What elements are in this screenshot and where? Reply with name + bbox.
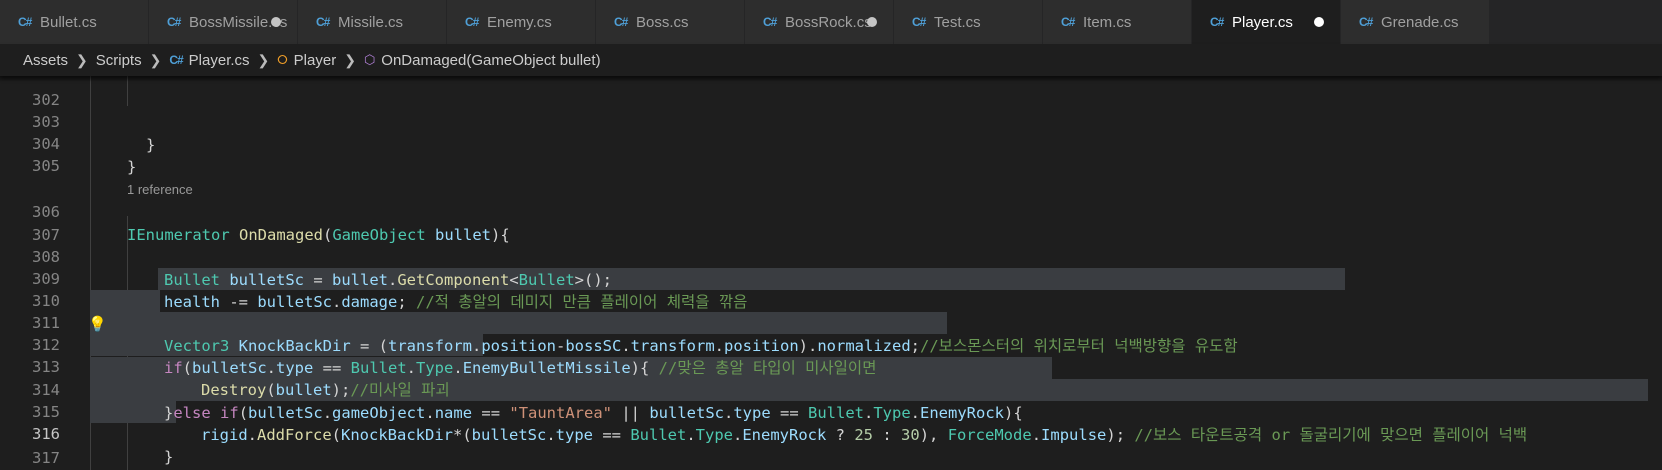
tab-missile-cs[interactable]: C# Missile.cs (298, 0, 447, 44)
breadcrumb-file[interactable]: Player.cs (189, 52, 250, 69)
breadcrumb-scripts[interactable]: Scripts (96, 52, 142, 69)
tab-label: Test.cs (934, 13, 981, 31)
tab-label: Missile.cs (338, 13, 404, 31)
code-line: 316 } (0, 401, 1662, 465)
unsaved-dot-icon[interactable] (1314, 17, 1324, 27)
tab-enemy-cs[interactable]: C# Enemy.cs (447, 0, 596, 44)
tab-label: Bullet.cs (40, 13, 97, 31)
breadcrumb-class[interactable]: Player (294, 52, 337, 69)
breadcrumb-method[interactable]: OnDamaged(GameObject bullet) (381, 52, 600, 69)
code-line: 314 }else if(bulletSc.gameObject.name ==… (0, 357, 1662, 421)
tab-test-cs[interactable]: C# Test.cs (894, 0, 1043, 44)
method-cube-icon: ⬡ (363, 52, 376, 67)
tab-label: Boss.cs (636, 13, 689, 31)
chevron-right-icon: ❯ (344, 51, 356, 68)
code-token: } (164, 447, 174, 466)
tab-item-cs[interactable]: C# Item.cs (1043, 0, 1192, 44)
line-number: 317 (32, 449, 60, 468)
csharp-file-icon: C# (18, 15, 32, 29)
chevron-right-icon: ❯ (149, 51, 162, 68)
code-line: 312 if(bulletSc.type == Bullet.Type.Enem… (0, 312, 1662, 376)
csharp-file-icon: C# (1061, 15, 1075, 29)
csharp-file-icon: C# (912, 15, 926, 29)
csharp-file-icon: C# (1210, 15, 1224, 29)
tab-label: Item.cs (1083, 13, 1132, 31)
code-line: 310 💡 Vector3 KnockBackDir = (transform.… (0, 268, 1662, 355)
tab-bossmissile-cs[interactable]: C# BossMissile.cs (149, 0, 298, 44)
csharp-file-icon: C# (1359, 15, 1373, 29)
code-line: 315 rigid.AddForce(KnockBackDir*(bulletS… (0, 379, 1662, 443)
editor-tab-bar: C# Bullet.cs C# BossMissile.cs C# Missil… (0, 0, 1662, 44)
csharp-file-icon: C# (167, 15, 181, 29)
code-line: 313 Destroy(bullet);//미사일 파괴 (0, 334, 1662, 398)
tab-grenade-cs[interactable]: C# Grenade.cs (1341, 0, 1490, 44)
chevron-right-icon: ❯ (76, 51, 88, 68)
tab-label: Player.cs (1232, 13, 1293, 31)
csharp-file-icon: C# (169, 53, 183, 67)
tab-label: BossRock.cs (785, 13, 872, 31)
unsaved-dot-icon[interactable] (271, 17, 281, 27)
chevron-right-icon: ❯ (257, 51, 270, 68)
unsaved-dot-icon[interactable] (867, 17, 877, 27)
csharp-file-icon: C# (614, 15, 628, 29)
tab-player-cs[interactable]: C# Player.cs (1192, 0, 1341, 44)
breadcrumb: Assets ❯ Scripts ❯ C# Player.cs ❯ ⭘ Play… (0, 44, 1662, 76)
code-line: 307 (0, 202, 1662, 244)
code-line: 306 IEnumerator OnDamaged(GameObject bul… (0, 179, 1662, 243)
csharp-file-icon: C# (316, 15, 330, 29)
code-line: 317 (0, 425, 1662, 467)
class-icon: ⭘ (277, 52, 288, 67)
tab-label: Grenade.cs (1381, 13, 1459, 31)
code-line: 311 (0, 290, 1662, 332)
breadcrumb-assets[interactable]: Assets (23, 52, 68, 69)
code-line: 304 } (0, 111, 1662, 175)
code-line: 305 (0, 133, 1662, 175)
tab-bullet-cs[interactable]: C# Bullet.cs (0, 0, 149, 44)
codelens-line: 1 reference (0, 157, 1662, 197)
tab-label: Enemy.cs (487, 13, 552, 31)
csharp-file-icon: C# (465, 15, 479, 29)
code-line: 308 Bullet bulletSc = bullet.GetComponen… (0, 224, 1662, 288)
csharp-file-icon: C# (763, 15, 777, 29)
code-editor[interactable]: 302 303 } 304 } 305 1 reference 306 IEnu… (0, 76, 1662, 470)
code-line: 309 health -= bulletSc.damage; //적 총알의 데… (0, 246, 1662, 310)
code-line: 303 } (0, 89, 1662, 153)
scroll-shadow (0, 76, 1662, 82)
tab-bossrock-cs[interactable]: C# BossRock.cs (745, 0, 894, 44)
tab-boss-cs[interactable]: C# Boss.cs (596, 0, 745, 44)
